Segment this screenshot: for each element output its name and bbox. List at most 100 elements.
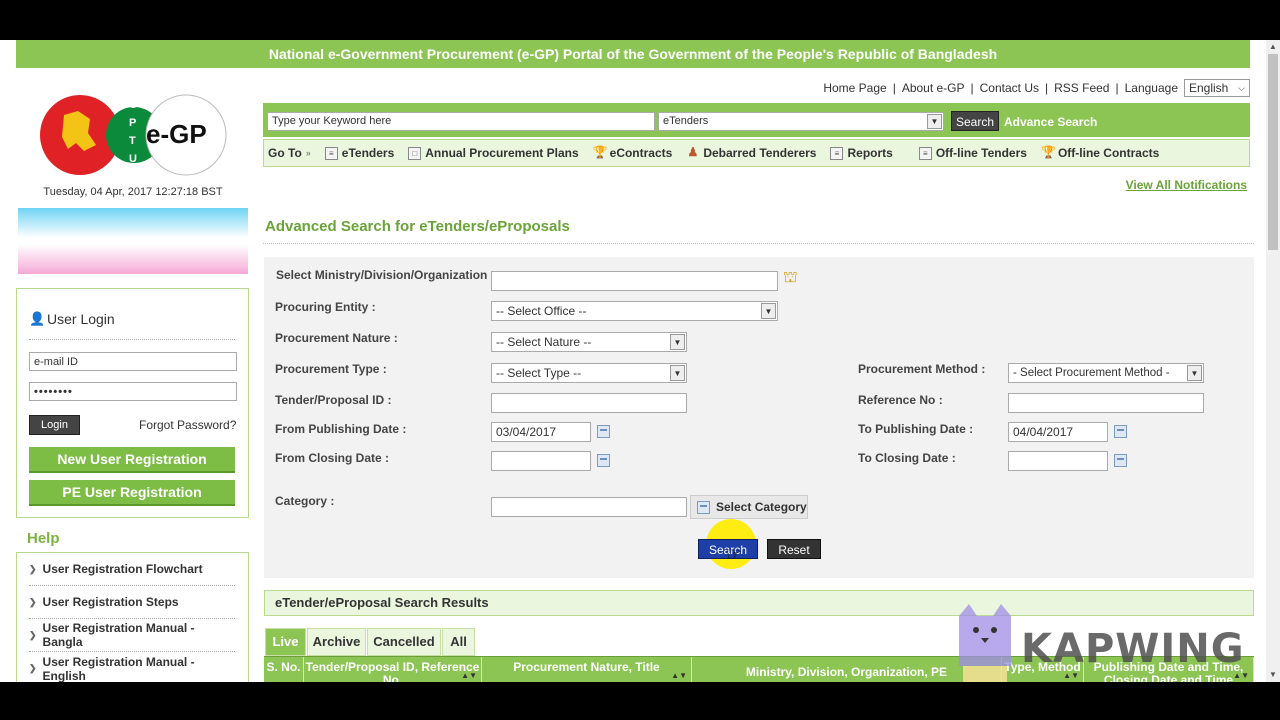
calendar-icon[interactable]: [597, 454, 610, 467]
to-closing-date-input[interactable]: [1008, 451, 1108, 471]
tender-id-input[interactable]: [491, 393, 687, 413]
procurement-method-select[interactable]: - Select Procurement Method - ▼: [1008, 363, 1204, 383]
calendar-icon[interactable]: [1114, 454, 1127, 467]
new-user-registration-button[interactable]: New User Registration: [29, 447, 235, 473]
col-tender-id[interactable]: Tender/Proposal ID, Reference No. ▲▼: [304, 657, 482, 682]
goto-offline-contracts[interactable]: 🏆 Off-line Contracts: [1041, 146, 1160, 161]
help-item-label: User Registration Manual - Bangla: [42, 621, 195, 649]
keyword-search-input[interactable]: Type your Keyword here: [267, 112, 655, 131]
category-icon: [697, 500, 710, 514]
from-publishing-date-label: From Publishing Date :: [275, 422, 407, 436]
egp-logo[interactable]: C P T U e-GP: [38, 93, 228, 177]
col-serial[interactable]: S. No.: [264, 657, 304, 682]
calendar-icon[interactable]: [597, 425, 610, 438]
from-closing-date-input[interactable]: [491, 451, 591, 471]
goto-item-label: eTenders: [341, 146, 395, 160]
rss-link[interactable]: RSS Feed: [1054, 81, 1109, 95]
ministry-input[interactable]: [491, 271, 778, 291]
top-links: Home Page | About e-GP | Contact Us | RS…: [823, 79, 1250, 97]
help-item-label: User Registration Flowchart: [42, 562, 203, 576]
procurement-nature-select[interactable]: -- Select Nature -- ▼: [491, 332, 687, 352]
calendar-icon[interactable]: [1114, 425, 1127, 438]
col-label: Ministry, Division, Organization, PE: [745, 665, 948, 679]
chevron-right-icon: ❯: [29, 629, 37, 640]
view-all-notifications-link[interactable]: View All Notifications: [1126, 178, 1247, 192]
tab-all[interactable]: All: [442, 628, 475, 656]
form-reset-button[interactable]: Reset: [767, 539, 821, 559]
kapwing-watermark: KAPWING: [955, 602, 1244, 682]
scrollbar-thumb[interactable]: [1268, 54, 1278, 250]
org-tree-icon[interactable]: ⛫: [783, 269, 803, 287]
col-nature-title[interactable]: Procurement Nature, Title ▲▼: [482, 657, 692, 682]
from-publishing-date-value: 03/04/2017: [496, 425, 557, 439]
language-value: English: [1189, 81, 1229, 95]
email-field[interactable]: e-mail ID: [29, 352, 237, 371]
help-item-manual-english[interactable]: ❯ User Registration Manual - English: [29, 652, 235, 683]
language-select[interactable]: English ⌵: [1184, 79, 1250, 97]
search-scope-value: eTenders: [663, 115, 709, 127]
scroll-up-icon[interactable]: ▲: [1266, 40, 1280, 54]
search-scope-select[interactable]: eTenders ▼: [658, 112, 944, 131]
help-item-manual-bangla[interactable]: ❯ User Registration Manual - Bangla: [29, 619, 235, 652]
select-category-button[interactable]: Select Category: [690, 495, 808, 519]
tab-live[interactable]: Live: [265, 628, 306, 656]
pointer-cursor-icon: ☞: [726, 544, 743, 564]
contact-link[interactable]: Contact Us: [980, 81, 1039, 95]
document-icon: ≡: [324, 146, 338, 160]
procuring-entity-value: -- Select Office --: [496, 304, 587, 318]
procuring-entity-select[interactable]: -- Select Office -- ▼: [491, 301, 778, 321]
to-publishing-date-input[interactable]: 04/04/2017: [1008, 422, 1108, 442]
goto-app[interactable]: □ Annual Procurement Plans: [408, 146, 579, 160]
category-input[interactable]: [491, 497, 687, 517]
tab-cancelled[interactable]: Cancelled: [367, 628, 441, 656]
logo-letter-t: T: [129, 135, 136, 147]
advance-search-link[interactable]: Advance Search: [1004, 115, 1097, 129]
person-icon: ♟: [687, 144, 699, 159]
select-category-label: Select Category: [716, 500, 807, 514]
procurement-type-select[interactable]: -- Select Type -- ▼: [491, 363, 687, 383]
title-divider: [263, 243, 1254, 244]
goto-debarred[interactable]: ♟ Debarred Tenderers: [686, 144, 816, 161]
help-item-label: User Registration Steps: [42, 595, 179, 609]
sort-icon: ▲▼: [671, 671, 687, 680]
search-button[interactable]: Search: [951, 111, 999, 131]
procurement-type-label: Procurement Type :: [275, 362, 387, 376]
chevron-down-icon: ▼: [927, 114, 942, 129]
password-value: ••••••••: [34, 385, 73, 398]
to-publishing-date-label: To Publishing Date :: [858, 422, 974, 436]
vertical-scrollbar[interactable]: ▲ ▼: [1266, 40, 1280, 682]
logo-letter-u: U: [129, 153, 137, 165]
col-label: S. No.: [266, 660, 301, 674]
tab-archive[interactable]: Archive: [307, 628, 366, 656]
procuring-entity-label: Procuring Entity :: [275, 300, 376, 314]
search-bar: Type your Keyword here eTenders ▼ Search…: [263, 103, 1250, 137]
from-publishing-date-input[interactable]: 03/04/2017: [491, 422, 591, 442]
password-field[interactable]: ••••••••: [29, 382, 237, 401]
goto-econtracts[interactable]: 🏆 eContracts: [593, 146, 673, 161]
decorative-banner: [18, 208, 248, 274]
browser-viewport: National e-Government Procurement (e-GP)…: [0, 40, 1280, 682]
help-panel: ❯ User Registration Flowchart ❯ User Reg…: [16, 552, 249, 682]
ministry-label: Select Ministry/Division/Organization :: [276, 268, 495, 282]
goto-etenders[interactable]: ≡ eTenders: [324, 146, 395, 160]
scroll-down-icon[interactable]: ▼: [1266, 668, 1280, 682]
site-banner: National e-Government Procurement (e-GP)…: [16, 40, 1250, 68]
logo-egp-text: e-GP: [146, 119, 207, 149]
chevron-down-icon: ▼: [670, 365, 685, 381]
home-page-link[interactable]: Home Page: [823, 81, 886, 95]
pe-user-registration-button[interactable]: PE User Registration: [29, 480, 235, 506]
about-link[interactable]: About e-GP: [902, 81, 965, 95]
page-title: Advanced Search for eTenders/eProposals: [265, 218, 570, 235]
goto-reports[interactable]: ≡ Reports: [830, 146, 893, 160]
forgot-password-link[interactable]: Forgot Password?: [139, 418, 236, 432]
page: National e-Government Procurement (e-GP)…: [0, 40, 1266, 682]
logo-letter-p: P: [129, 117, 137, 129]
goto-offline-tenders[interactable]: ≡ Off-line Tenders: [918, 146, 1027, 160]
chevron-down-icon: ▼: [670, 334, 685, 350]
login-title: User Login: [47, 311, 115, 327]
help-item-flowchart[interactable]: ❯ User Registration Flowchart: [29, 553, 235, 586]
login-button[interactable]: Login: [29, 415, 80, 435]
reference-no-input[interactable]: [1008, 393, 1204, 413]
goto-item-label: Off-line Contracts: [1057, 146, 1160, 160]
help-item-steps[interactable]: ❯ User Registration Steps: [29, 586, 235, 619]
